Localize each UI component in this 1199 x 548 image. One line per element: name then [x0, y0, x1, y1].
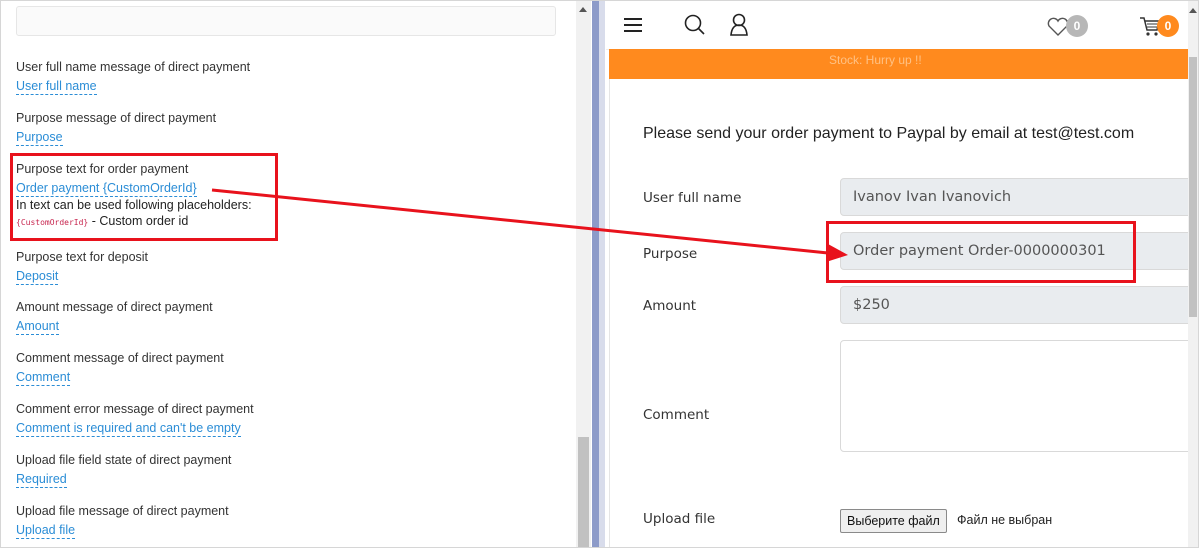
annotation-arrow [211, 188, 848, 262]
